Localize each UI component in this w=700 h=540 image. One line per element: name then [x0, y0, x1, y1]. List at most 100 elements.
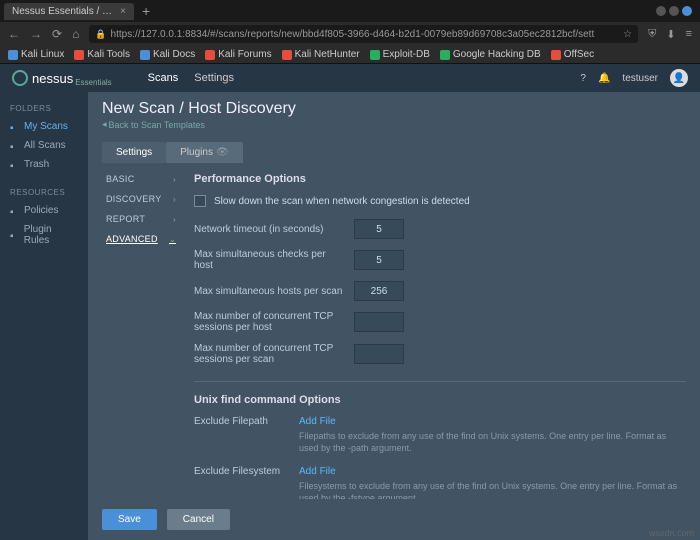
bookmark-star-icon[interactable]: ☆	[623, 29, 632, 40]
sidebar-item[interactable]: ▪Trash	[0, 155, 88, 174]
unix-title: Unix find command Options	[194, 394, 686, 406]
bookmark-icon	[370, 50, 380, 60]
shield-icon[interactable]: ⛨	[648, 28, 656, 41]
form-row: Max simultaneous hosts per scan	[194, 281, 686, 301]
address-bar: ← → ⟳ ⌂ 🔒 https://127.0.0.1:8834/#/scans…	[0, 22, 700, 46]
chevron-icon: ›	[173, 175, 176, 184]
logo-icon	[12, 70, 28, 86]
bookmark-item[interactable]: Exploit-DB	[370, 49, 430, 60]
file-row: Exclude FilesystemAdd FileFilesystems to…	[194, 466, 686, 499]
avatar[interactable]: 👤	[670, 69, 688, 87]
divider	[194, 381, 686, 382]
logo[interactable]: nessus Essentials	[12, 70, 112, 87]
forward-icon[interactable]: →	[30, 27, 42, 41]
add-file-link[interactable]: Add File	[299, 466, 336, 477]
help-icon[interactable]: ?	[580, 73, 586, 84]
folders-header: FOLDERS	[0, 100, 88, 117]
bookmark-item[interactable]: Kali Tools	[74, 49, 130, 60]
main-panel: New Scan / Host Discovery ◂ Back to Scan…	[88, 92, 700, 540]
brand-sub: Essentials	[75, 78, 111, 87]
field-input[interactable]	[354, 281, 404, 301]
home-icon[interactable]: ⌂	[72, 27, 79, 41]
close-icon[interactable]: ×	[120, 6, 126, 17]
username[interactable]: testuser	[622, 73, 658, 84]
back-icon[interactable]: ←	[8, 27, 20, 41]
bookmark-icon	[8, 50, 18, 60]
form-row: Max number of concurrent TCP sessions pe…	[194, 311, 686, 333]
field-input[interactable]	[354, 312, 404, 332]
add-file-link[interactable]: Add File	[299, 416, 336, 427]
field-label: Max simultaneous checks per host	[194, 249, 344, 271]
sidebar-item[interactable]: ▪My Scans	[0, 117, 88, 136]
subnav-discovery[interactable]: DISCOVERY›	[102, 189, 180, 209]
bookmark-icon	[140, 50, 150, 60]
brand-name: nessus	[32, 71, 73, 86]
folder-icon: ▪	[10, 123, 18, 131]
bookmark-icon	[282, 50, 292, 60]
lock-icon: 🔒	[95, 29, 106, 40]
app-header: nessus Essentials Scans Settings ? 🔔 test…	[0, 64, 700, 92]
tab-plugins[interactable]: Plugins👁	[166, 142, 243, 163]
download-icon[interactable]: ⬇	[666, 28, 675, 41]
sidebar-item[interactable]: ▪Plugin Rules	[0, 220, 88, 250]
sidebar-item[interactable]: ▪Policies	[0, 201, 88, 220]
subnav-advanced[interactable]: ADVANCED⌄	[102, 229, 180, 249]
form-area: Performance Options Slow down the scan w…	[194, 163, 686, 499]
file-label: Exclude Filepath	[194, 416, 289, 427]
tab-settings[interactable]: Settings	[102, 142, 166, 163]
url-text: https://127.0.0.1:8834/#/scans/reports/n…	[111, 29, 624, 40]
bookmark-item[interactable]: Kali Linux	[8, 49, 64, 60]
bookmark-item[interactable]: Kali NetHunter	[282, 49, 360, 60]
bookmark-icon	[205, 50, 215, 60]
bookmark-item[interactable]: OffSec	[551, 49, 594, 60]
top-nav-item[interactable]: Scans	[148, 64, 179, 92]
bookmark-item[interactable]: Kali Docs	[140, 49, 195, 60]
footer: Save Cancel	[88, 499, 700, 540]
tab-bar: Nessus Essentials / Scan... × +	[0, 0, 700, 22]
form-row: Network timeout (in seconds)	[194, 219, 686, 239]
field-input[interactable]	[354, 219, 404, 239]
subnav-report[interactable]: REPORT›	[102, 209, 180, 229]
watermark: wsxdn.com	[649, 528, 694, 538]
form-row: Max number of concurrent TCP sessions pe…	[194, 343, 686, 365]
bookmark-icon	[551, 50, 561, 60]
top-nav-item[interactable]: Settings	[194, 64, 234, 92]
folder-icon: ▪	[10, 142, 18, 150]
field-label: Network timeout (in seconds)	[194, 224, 344, 235]
subnav-basic[interactable]: BASIC›	[102, 169, 180, 189]
bookmark-icon	[440, 50, 450, 60]
form-row: Max simultaneous checks per host	[194, 249, 686, 271]
slowdown-checkbox-row[interactable]: Slow down the scan when network congesti…	[194, 195, 686, 207]
file-label: Exclude Filesystem	[194, 466, 289, 477]
window-controls[interactable]	[656, 6, 696, 16]
menu-icon[interactable]: ≡	[686, 28, 692, 41]
field-label: Max simultaneous hosts per scan	[194, 286, 344, 297]
bookmark-item[interactable]: Google Hacking DB	[440, 49, 541, 60]
url-input[interactable]: 🔒 https://127.0.0.1:8834/#/scans/reports…	[89, 25, 638, 43]
field-label: Max number of concurrent TCP sessions pe…	[194, 343, 344, 365]
checkbox-icon[interactable]	[194, 195, 206, 207]
bookmark-item[interactable]: Kali Forums	[205, 49, 271, 60]
back-link[interactable]: ◂ Back to Scan Templates	[102, 119, 205, 130]
folder-icon: ▪	[10, 161, 18, 169]
browser-tab[interactable]: Nessus Essentials / Scan... ×	[4, 3, 134, 20]
field-input[interactable]	[354, 344, 404, 364]
performance-title: Performance Options	[194, 173, 686, 185]
chevron-icon: ›	[173, 215, 176, 224]
reload-icon[interactable]: ⟳	[52, 27, 62, 41]
new-tab-button[interactable]: +	[142, 3, 150, 19]
file-desc: Filepaths to exclude from any use of the…	[299, 431, 686, 454]
notifications-icon[interactable]: 🔔	[598, 73, 610, 84]
save-button[interactable]: Save	[102, 509, 157, 530]
chevron-icon: ⌄	[169, 235, 176, 244]
eye-icon: 👁	[216, 147, 229, 158]
field-input[interactable]	[354, 250, 404, 270]
cancel-button[interactable]: Cancel	[167, 509, 230, 530]
settings-subnav: BASIC›DISCOVERY›REPORT›ADVANCED⌄	[102, 163, 180, 499]
resource-icon: ▪	[10, 231, 18, 239]
bookmarks-bar: Kali Linux Kali Tools Kali Docs Kali Forums…	[0, 46, 700, 64]
sidebar-item[interactable]: ▪All Scans	[0, 136, 88, 155]
resource-icon: ▪	[10, 207, 18, 215]
tab-title: Nessus Essentials / Scan...	[12, 6, 114, 17]
tabs: SettingsPlugins👁	[88, 134, 700, 163]
